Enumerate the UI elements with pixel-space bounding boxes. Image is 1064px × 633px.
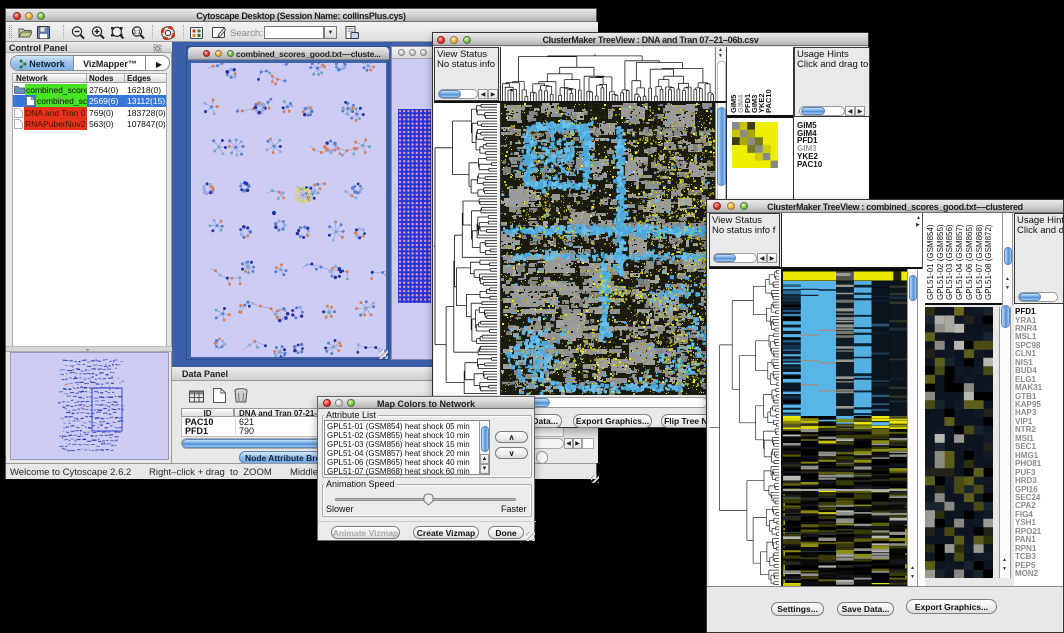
svg-text:1:1: 1:1	[133, 30, 140, 36]
